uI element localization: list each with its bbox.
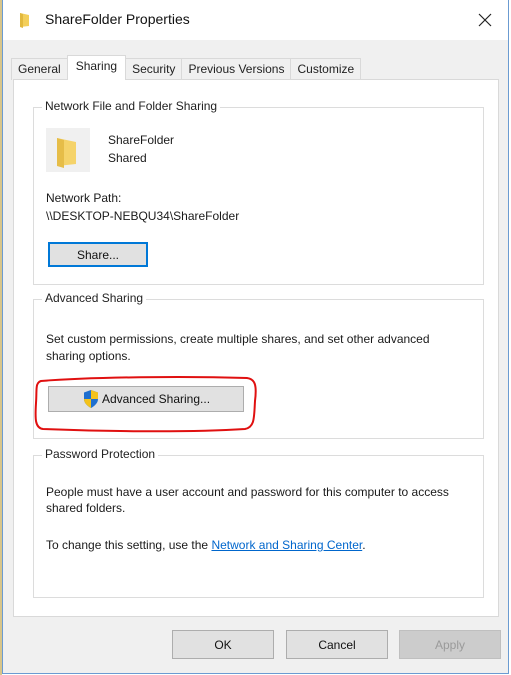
apply-button[interactable]: Apply [399, 630, 501, 659]
shared-folder-icon-box [46, 128, 90, 172]
properties-dialog: ShareFolder Properties General Sharing S… [2, 0, 509, 674]
cancel-button[interactable]: Cancel [286, 630, 388, 659]
title-bar: ShareFolder Properties [3, 0, 508, 40]
share-button[interactable]: Share... [48, 242, 148, 267]
tab-general[interactable]: General [11, 58, 68, 80]
network-sharing-center-link[interactable]: Network and Sharing Center [211, 538, 362, 552]
window-title: ShareFolder Properties [45, 11, 190, 27]
advanced-sharing-title: Advanced Sharing [42, 291, 147, 305]
uac-shield-icon [83, 390, 98, 408]
password-protection-group: Password Protection [33, 447, 484, 598]
password-protection-title: Password Protection [42, 447, 159, 461]
tab-sharing[interactable]: Sharing [66, 55, 127, 80]
network-sharing-title: Network File and Folder Sharing [42, 99, 221, 113]
ok-button[interactable]: OK [172, 630, 274, 659]
tab-security[interactable]: Security [125, 58, 183, 80]
tab-strip: General Sharing Security Previous Versio… [11, 55, 362, 80]
network-path-label: Network Path: [46, 191, 122, 205]
folder-share-status: Shared [108, 151, 147, 165]
advanced-sharing-button[interactable]: Advanced Sharing... [48, 386, 244, 412]
network-path-value: \\DESKTOP-NEBQU34\ShareFolder [46, 209, 240, 223]
tab-customize[interactable]: Customize [290, 58, 362, 80]
folder-icon [20, 13, 29, 28]
close-button[interactable] [462, 0, 508, 40]
change-setting-prefix: To change this setting, use the [46, 538, 212, 552]
folder-icon [57, 138, 76, 168]
change-setting-suffix: . [362, 538, 366, 552]
advanced-sharing-button-label: Advanced Sharing... [101, 392, 211, 406]
folder-name: ShareFolder [108, 133, 175, 147]
tab-previous-versions[interactable]: Previous Versions [181, 58, 292, 80]
close-icon [478, 13, 492, 27]
password-protection-description: People must have a user account and pass… [46, 485, 449, 515]
advanced-sharing-description: Set custom permissions, create multiple … [46, 332, 430, 363]
password-change-sentence: To change this setting, use the Network … [46, 538, 366, 552]
advanced-sharing-group: Advanced Sharing [33, 291, 484, 439]
